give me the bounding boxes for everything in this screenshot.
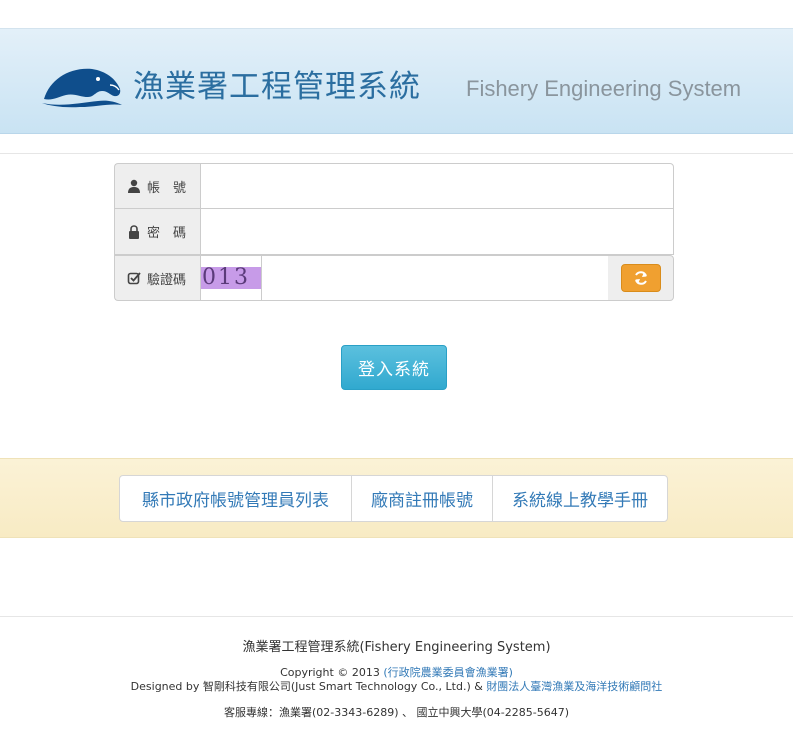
captcha-addon: 驗證碼 — [114, 255, 200, 301]
consultant-link[interactable]: 財團法人臺灣漁業及海洋技術顧問社 — [486, 680, 662, 693]
lock-icon — [129, 224, 139, 239]
check-square-icon — [127, 272, 141, 285]
refresh-icon — [634, 271, 647, 285]
fisheries-agency-link[interactable]: (行政院農業委員會漁業署) — [383, 666, 513, 679]
user-icon — [128, 179, 140, 193]
account-row: 帳 號 — [114, 163, 674, 209]
footer-designed: Designed by 智剛科技有限公司(Just Smart Technolo… — [0, 680, 793, 694]
vendor-register-link[interactable]: 廠商註冊帳號 — [351, 476, 492, 521]
county-admin-list-link[interactable]: 縣市政府帳號管理員列表 — [120, 476, 351, 521]
link-button-group: 縣市政府帳號管理員列表 廠商註冊帳號 系統線上教學手冊 — [119, 475, 668, 522]
password-row: 密 碼 — [114, 209, 674, 255]
captcha-image: 013 — [201, 267, 262, 289]
header-banner: 漁業署工程管理系統 Fishery Engineering System — [0, 28, 793, 134]
footer-title: 漁業署工程管理系統(Fishery Engineering System) — [242, 640, 551, 655]
divider — [0, 153, 793, 154]
footer-copyright: Copyright © 2013 (行政院農業委員會漁業署) — [0, 666, 793, 680]
account-label: 帳 號 — [147, 180, 187, 196]
designed-text: Designed by 智剛科技有限公司(Just Smart Technolo… — [130, 680, 487, 693]
refresh-captcha-button[interactable] — [620, 264, 661, 292]
captcha-image-box: 013 — [200, 255, 262, 301]
links-band: 縣市政府帳號管理員列表 廠商註冊帳號 系統線上教學手冊 — [0, 458, 793, 538]
password-input[interactable] — [200, 209, 674, 255]
captcha-input[interactable] — [261, 255, 609, 301]
account-addon: 帳 號 — [114, 163, 200, 209]
copyright-text: Copyright © 2013 — [280, 666, 384, 679]
divider — [0, 616, 793, 617]
refresh-addon — [608, 255, 674, 301]
page-subtitle: Fishery Engineering System — [466, 76, 742, 101]
password-addon: 密 碼 — [114, 209, 200, 255]
password-label: 密 碼 — [147, 226, 187, 241]
login-form: 帳 號 密 碼 驗證碼 013 — [114, 163, 674, 301]
captcha-row: 驗證碼 013 — [114, 255, 674, 301]
online-manual-link[interactable]: 系統線上教學手冊 — [492, 476, 667, 521]
footer-service-hotline: 客服專線：漁業署(02-3343-6289) 、 國立中興大學(04-2285-… — [223, 706, 569, 719]
captcha-label: 驗證碼 — [147, 272, 187, 288]
account-input[interactable] — [200, 163, 674, 209]
page-title: 漁業署工程管理系統 — [133, 69, 421, 105]
dolphin-logo-icon — [42, 68, 122, 108]
login-button[interactable]: 登入系統 — [341, 345, 447, 390]
footer: 漁業署工程管理系統(Fishery Engineering System) Co… — [0, 636, 793, 720]
